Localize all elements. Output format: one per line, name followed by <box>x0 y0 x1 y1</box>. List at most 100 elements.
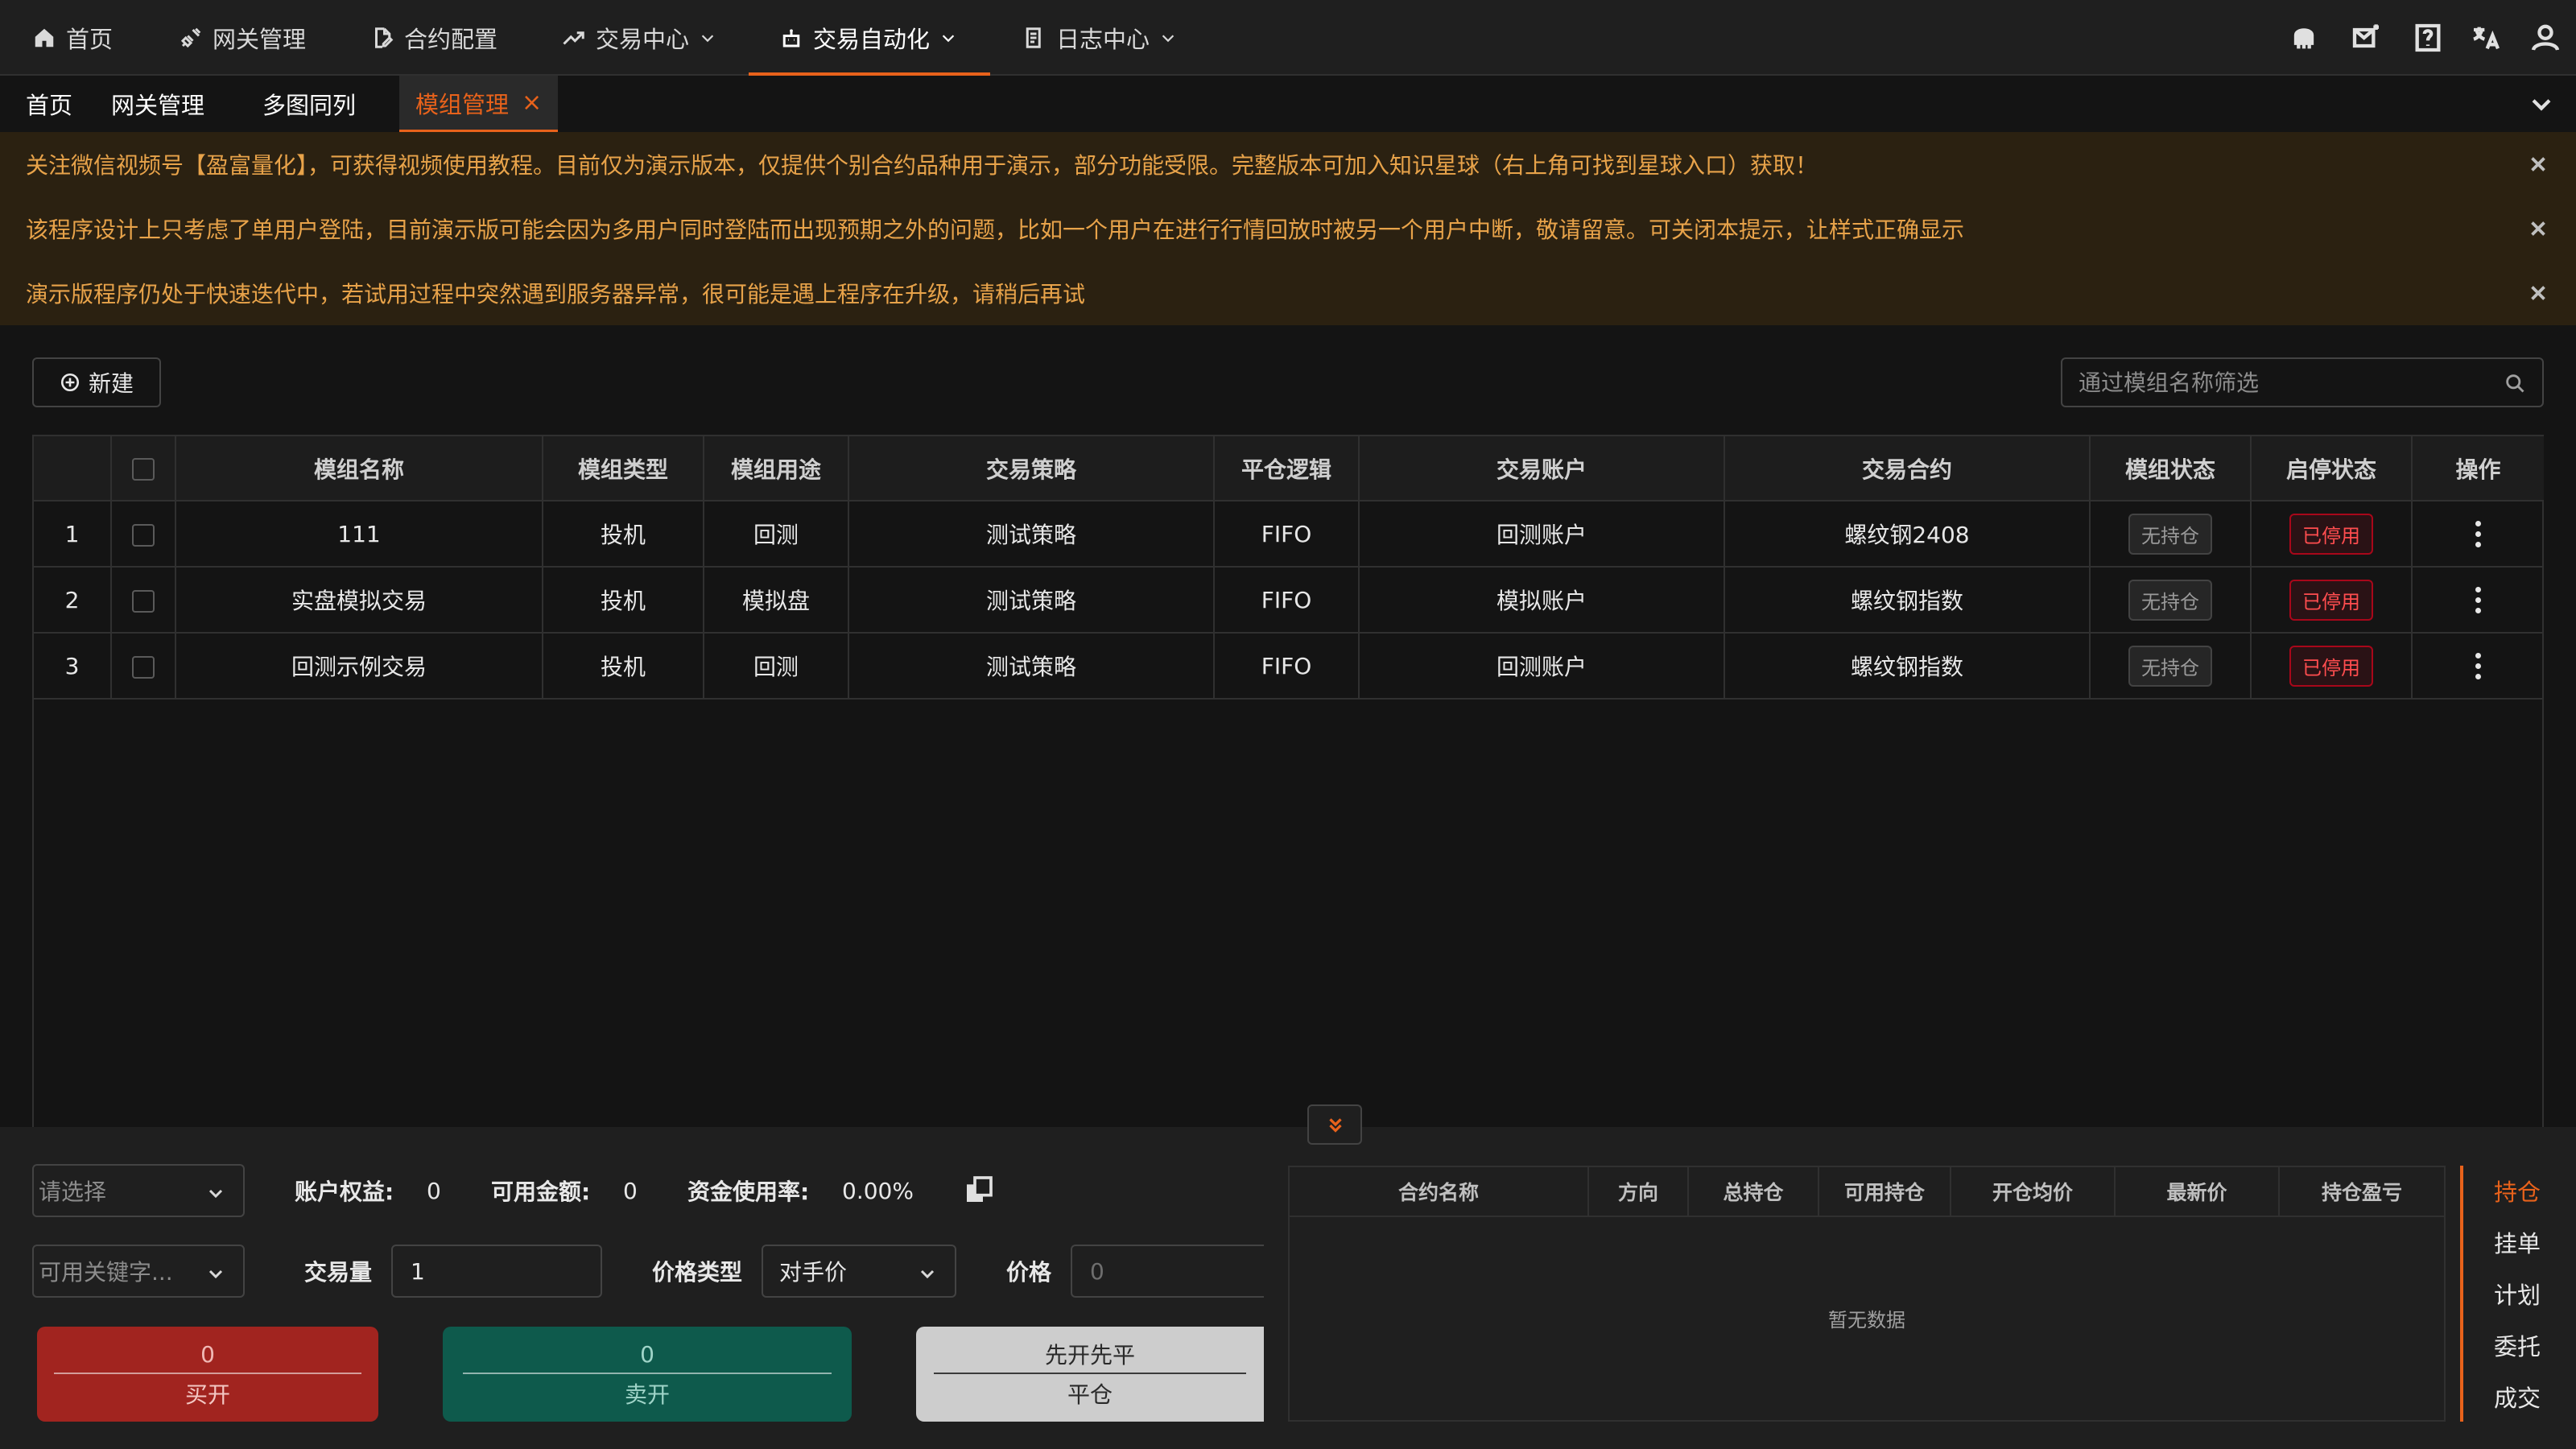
trade-account: 回测账户 <box>1359 501 1725 568</box>
copy-icon[interactable] <box>963 1174 995 1206</box>
more-vertical-icon[interactable] <box>2475 521 2481 548</box>
usage-rate-value: 0.00% <box>842 1177 914 1204</box>
trend-up-icon <box>563 31 584 45</box>
top-navigation: 首页 网关管理 合约配置 交易中心 交易自动化 日志中心 <box>0 0 2576 76</box>
close-icon[interactable] <box>2526 152 2550 176</box>
more-vertical-icon[interactable] <box>2475 587 2481 614</box>
search-input[interactable] <box>2079 359 2481 406</box>
header-cell[interactable]: 平仓逻辑 <box>1214 436 1360 502</box>
side-tab-positions[interactable]: 持仓 <box>2494 1174 2541 1208</box>
header-cell[interactable]: 模组类型 <box>543 436 704 502</box>
volume-input[interactable]: 1 <box>391 1245 602 1298</box>
close-position-button[interactable]: 先开先平 平仓 <box>916 1327 1264 1422</box>
module-usage: 模拟盘 <box>704 567 849 634</box>
header-cell: 开仓均价 <box>1951 1167 2116 1216</box>
row-checkbox[interactable] <box>132 523 155 547</box>
header-cell[interactable]: 启停状态 <box>2251 436 2413 502</box>
plus-circle-icon <box>60 373 80 392</box>
module-table: 模组名称 模组类型 模组用途 交易策略 平仓逻辑 交易账户 交易合约 模组状态 … <box>32 435 2544 1127</box>
chevron-down-icon <box>918 1262 937 1282</box>
positions-header-row: 合约名称 方向 总持仓 可用持仓 开仓均价 最新价 持仓盈亏 <box>1290 1167 2444 1217</box>
nav-home[interactable]: 首页 <box>32 0 113 76</box>
sell-open-label: 卖开 <box>624 1381 670 1408</box>
module-name: 111 <box>175 501 543 568</box>
price-input[interactable]: 0 <box>1071 1245 1264 1298</box>
plug-icon <box>180 27 201 48</box>
help-icon[interactable] <box>2412 22 2444 54</box>
module-name: 回测示例交易 <box>175 633 543 700</box>
price-type-label: 价格类型 <box>652 1259 743 1286</box>
header-cell: 操作 <box>2412 436 2544 502</box>
nav-trading-automation[interactable]: 交易自动化 <box>779 0 957 76</box>
home-icon <box>35 28 54 47</box>
close-position-label: 平仓 <box>1067 1381 1113 1408</box>
nav-contract-config[interactable]: 合约配置 <box>370 0 497 76</box>
header-cell[interactable]: 模组用途 <box>704 436 849 502</box>
equity-label: 账户权益: <box>295 1179 394 1205</box>
row-index: 3 <box>34 633 112 700</box>
equity-value: 0 <box>427 1177 441 1204</box>
nav-gateway[interactable]: 网关管理 <box>179 0 306 76</box>
module-status: 无持仓 <box>2090 501 2252 568</box>
switch-status: 已停用 <box>2251 501 2413 568</box>
close-icon[interactable] <box>2526 217 2550 241</box>
collapse-panel-button[interactable] <box>1307 1104 1362 1145</box>
row-select <box>111 633 176 700</box>
mail-icon[interactable] <box>2351 22 2383 54</box>
header-cell[interactable]: 交易账户 <box>1359 436 1725 502</box>
header-cell[interactable]: 交易策略 <box>848 436 1215 502</box>
sell-open-button[interactable]: 0 卖开 <box>443 1327 852 1422</box>
nav-trading-center[interactable]: 交易中心 <box>562 0 716 76</box>
tab-home[interactable]: 首页 <box>26 76 72 132</box>
row-index: 2 <box>34 567 112 634</box>
row-actions <box>2412 633 2544 700</box>
keyword-select[interactable]: 可用关键字... <box>32 1245 245 1298</box>
side-tab-trades[interactable]: 成交 <box>2494 1380 2541 1414</box>
row-select <box>111 501 176 568</box>
buy-open-button[interactable]: 0 买开 <box>37 1327 378 1422</box>
buy-open-label: 买开 <box>184 1381 230 1408</box>
header-cell: 持仓盈亏 <box>2321 1181 2402 1204</box>
table-row[interactable]: 1 111 投机 回测 测试策略 FIFO 回测账户 螺纹钢2408 无持仓 已… <box>34 501 2544 568</box>
header-cell[interactable]: 模组状态 <box>2090 436 2252 502</box>
usage-rate-label: 资金使用率: <box>687 1179 810 1205</box>
notice-message: 关注微信视频号【盈富量化】，可获得视频使用教程。目前仅为演示版本，仅提供个别合约… <box>26 152 1818 179</box>
notice-area: 关注微信视频号【盈富量化】，可获得视频使用教程。目前仅为演示版本，仅提供个别合约… <box>0 132 2576 325</box>
nav-log-center[interactable]: 日志中心 <box>1022 0 1177 76</box>
close-logic: FIFO <box>1214 633 1360 700</box>
tab-gateway[interactable]: 网关管理 <box>111 76 204 132</box>
tab-label: 首页 <box>26 92 73 119</box>
close-icon[interactable]: × <box>522 89 542 117</box>
tab-module-management[interactable]: 模组管理 × <box>399 76 559 132</box>
trade-contract: 螺纹钢指数 <box>1724 567 2091 634</box>
header-cell[interactable]: 交易合约 <box>1724 436 2091 502</box>
status-badge: 已停用 <box>2289 513 2373 555</box>
more-vertical-icon[interactable] <box>2475 653 2481 680</box>
chevron-down-icon[interactable] <box>2528 90 2555 118</box>
price-type-select[interactable]: 对手价 <box>762 1245 956 1298</box>
table-header-row: 模组名称 模组类型 模组用途 交易策略 平仓逻辑 交易账户 交易合约 模组状态 … <box>34 436 2544 502</box>
close-icon[interactable] <box>2526 281 2550 305</box>
robot-icon[interactable] <box>2288 22 2320 54</box>
header-cell[interactable]: 模组名称 <box>175 436 543 502</box>
row-actions <box>2412 567 2544 634</box>
side-tab-plan[interactable]: 计划 <box>2494 1277 2541 1311</box>
module-type: 投机 <box>543 501 704 568</box>
status-badge: 无持仓 <box>2128 513 2212 555</box>
row-checkbox[interactable] <box>132 655 155 679</box>
row-checkbox[interactable] <box>132 589 155 613</box>
table-row[interactable]: 3 回测示例交易 投机 回测 测试策略 FIFO 回测账户 螺纹钢指数 无持仓 … <box>34 633 2544 700</box>
account-select[interactable]: 请选择 <box>32 1164 245 1217</box>
translate-icon[interactable] <box>2470 22 2502 54</box>
user-icon[interactable] <box>2529 22 2562 54</box>
search-icon[interactable] <box>2504 372 2526 394</box>
select-all-checkbox[interactable] <box>132 458 155 481</box>
table-row[interactable]: 2 实盘模拟交易 投机 模拟盘 测试策略 FIFO 模拟账户 螺纹钢指数 无持仓… <box>34 567 2544 634</box>
trade-account: 回测账户 <box>1359 633 1725 700</box>
header-cell: 总持仓 <box>1689 1167 1819 1216</box>
side-tab-orders[interactable]: 委托 <box>2494 1328 2541 1362</box>
new-module-button[interactable]: 新建 <box>32 357 161 407</box>
switch-status: 已停用 <box>2251 567 2413 634</box>
side-tab-pending[interactable]: 挂单 <box>2494 1225 2541 1259</box>
tab-multi-chart[interactable]: 多图同列 <box>262 76 356 132</box>
